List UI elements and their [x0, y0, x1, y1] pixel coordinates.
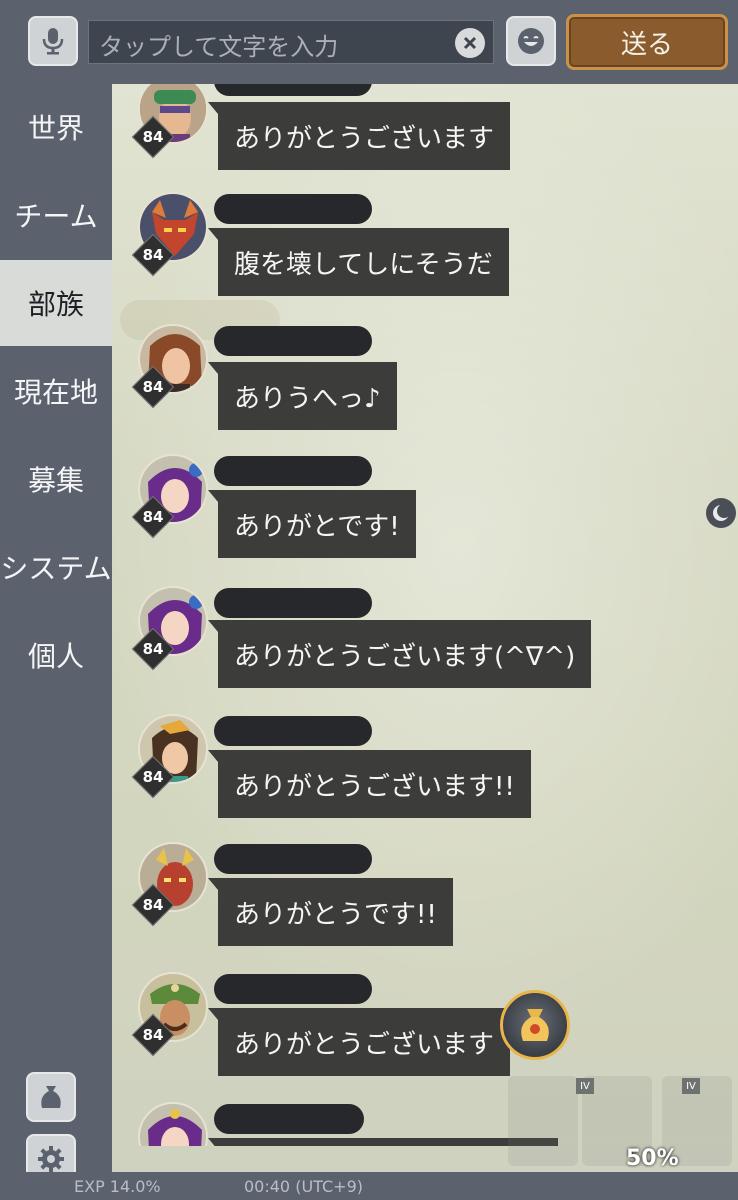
send-button-label: 送る	[620, 29, 673, 60]
bag-icon	[41, 1086, 61, 1108]
clock-time: 00:40 (UTC+9)	[244, 1177, 363, 1196]
message-bubble: ありうへっ♪	[208, 362, 397, 430]
chat-input-bar: タップして文字を入力 送る	[0, 0, 738, 84]
chat-message: 84 ありがとです!	[112, 450, 738, 580]
tab-system[interactable]: システム	[0, 524, 112, 610]
player-name-redacted	[214, 588, 372, 618]
chat-message: 84 ありがとうございます!!	[112, 710, 738, 840]
crescent-moon-icon[interactable]	[706, 498, 736, 528]
message-text: ありうへっ♪	[234, 383, 381, 414]
level-text: 84	[142, 768, 164, 786]
tab-label: 世界	[27, 112, 84, 145]
tab-tribe[interactable]: 部族	[0, 260, 112, 346]
message-text: ありがとうございます!!	[234, 771, 515, 802]
channel-sidebar: 世界 チーム 部族 現在地 募集 システム 個人	[0, 84, 112, 1200]
tab-recruit[interactable]: 募集	[0, 436, 112, 522]
message-bubble: ありがとうございます	[207, 102, 511, 170]
gift-pouch-icon	[521, 1009, 549, 1041]
message-bubble: ありがとです!	[208, 490, 416, 558]
tab-label: チーム	[14, 200, 98, 233]
player-name-redacted	[214, 456, 372, 486]
tab-label: システム	[0, 552, 112, 585]
tab-current-location[interactable]: 現在地	[0, 348, 112, 434]
message-text: ありがとうございます(^∇^)	[234, 641, 576, 672]
exp-percent: EXP 14.0%	[74, 1177, 161, 1196]
tab-label: 現在地	[13, 376, 98, 409]
player-name-redacted	[214, 1104, 364, 1134]
message-text: ありがとです!	[234, 511, 400, 542]
status-bar: EXP 14.0% 00:40 (UTC+9)	[0, 1172, 738, 1200]
message-text: ありがとうございます	[234, 1029, 495, 1060]
tab-label: 個人	[27, 640, 84, 673]
tab-team[interactable]: チーム	[0, 172, 112, 258]
player-name-redacted	[214, 974, 372, 1004]
message-bubble	[208, 1138, 558, 1146]
tab-label: 募集	[27, 464, 84, 497]
level-text: 84	[142, 1026, 164, 1044]
emoji-button[interactable]	[506, 16, 556, 66]
gift-pouch-button[interactable]	[500, 990, 570, 1060]
level-text: 84	[142, 640, 164, 658]
tab-personal[interactable]: 個人	[0, 612, 112, 698]
gear-icon	[38, 1146, 64, 1172]
player-name-redacted	[214, 844, 372, 874]
player-name-redacted	[214, 716, 372, 746]
level-text: 84	[142, 508, 164, 526]
message-bubble: 腹を壊してしにそうだ	[208, 228, 509, 296]
microphone-button[interactable]	[28, 16, 78, 66]
tier-badge-icon: IV	[576, 1078, 594, 1094]
level-text: 84	[142, 378, 164, 396]
player-name-redacted	[214, 194, 372, 224]
message-text: ありがとうです!!	[234, 899, 437, 930]
tier-badge-icon: IV	[682, 1078, 700, 1094]
smiley-icon	[518, 28, 544, 54]
level-text: 84	[142, 896, 164, 914]
level-text: 84	[142, 246, 164, 264]
level-text: 84	[142, 128, 164, 146]
message-text: 腹を壊してしにそうだ	[234, 249, 493, 280]
clear-input-button[interactable]	[455, 28, 485, 58]
message-text: ありがとうございます	[234, 123, 495, 154]
chat-message-list[interactable]: 84 ありがとうございます 84 腹を壊してしにそうだ 84 ありうへっ♪ 84…	[112, 84, 738, 1146]
message-bubble: ありがとうございます(^∇^)	[207, 620, 592, 688]
player-name-redacted	[214, 84, 372, 96]
skill-slot[interactable]	[508, 1076, 578, 1166]
chat-message: 84 ありがとうございます	[112, 84, 738, 190]
purple-hair-girl-avatar[interactable]	[138, 1102, 208, 1146]
player-name-redacted	[214, 326, 372, 356]
tab-label: 部族	[27, 288, 84, 321]
chat-message: 84 ありがとうございます(^∇^)	[112, 582, 738, 712]
chat-message: 84 ありうへっ♪	[112, 320, 738, 450]
chat-input-placeholder: タップして文字を入力	[99, 33, 339, 61]
chat-message: 84 腹を壊してしにそうだ	[112, 190, 738, 320]
message-bubble: ありがとうございます!!	[208, 750, 531, 818]
chat-message: 84 ありがとうです!!	[112, 840, 738, 970]
chat-input-field[interactable]: タップして文字を入力	[88, 20, 494, 64]
durability-percent: 50%	[626, 1146, 679, 1171]
send-button[interactable]: 送る	[566, 14, 728, 70]
close-icon	[463, 36, 477, 50]
tab-world[interactable]: 世界	[0, 84, 112, 170]
message-bubble: ありがとうございます	[207, 1008, 511, 1076]
message-bubble: ありがとうです!!	[208, 878, 453, 946]
microphone-icon	[42, 28, 64, 55]
bag-button[interactable]	[26, 1072, 76, 1122]
